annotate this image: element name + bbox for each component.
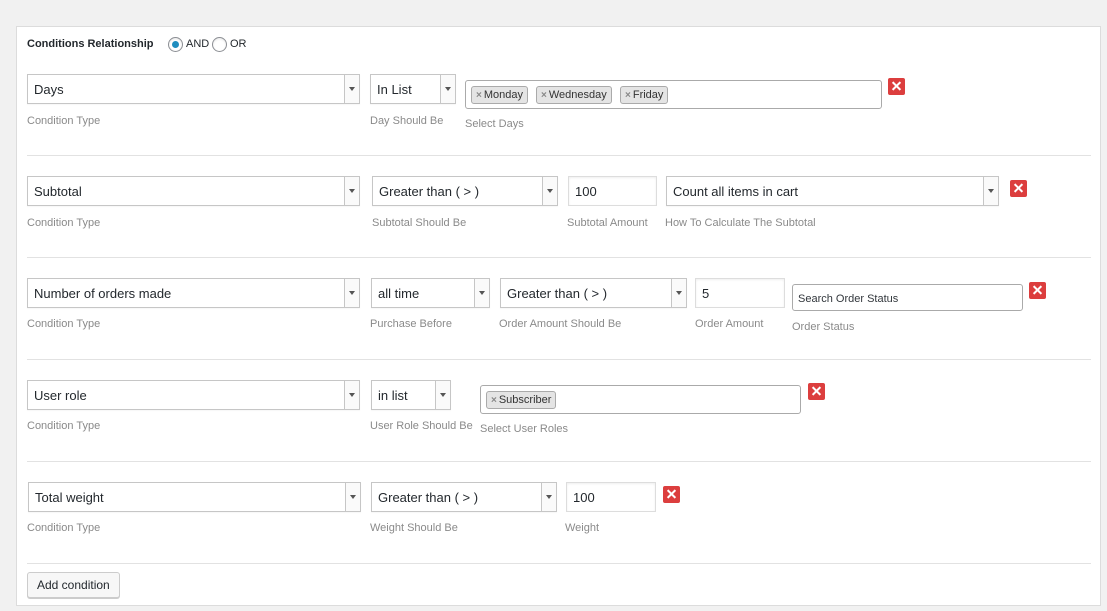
- select-value: In List: [377, 82, 412, 97]
- field-label: Condition Type: [27, 318, 101, 330]
- chevron-down-icon: [344, 75, 359, 103]
- select-value: Number of orders made: [34, 286, 172, 301]
- field-label: Subtotal Should Be: [372, 217, 467, 229]
- user-roles-multiselect[interactable]: × Subscriber: [480, 385, 801, 414]
- weight-operator-select[interactable]: Greater than ( > ): [371, 482, 557, 512]
- delete-condition-button[interactable]: [1029, 282, 1046, 299]
- field-label: How To Calculate The Subtotal: [665, 217, 816, 229]
- radio-or-label: OR: [230, 38, 247, 50]
- field-label: Condition Type: [27, 522, 101, 534]
- divider: [27, 359, 1091, 360]
- delete-condition-button[interactable]: [888, 78, 905, 95]
- conditions-panel: Conditions Relationship AND OR Days Cond…: [16, 26, 1101, 606]
- chevron-down-icon: [541, 483, 556, 511]
- subtotal-amount-input[interactable]: 100: [568, 176, 657, 206]
- tag-chip[interactable]: × Subscriber: [486, 391, 557, 409]
- chevron-down-icon: [345, 483, 360, 511]
- chevron-down-icon: [344, 381, 359, 409]
- chevron-down-icon: [344, 177, 359, 205]
- chevron-down-icon: [983, 177, 998, 205]
- days-multiselect[interactable]: × Monday × Wednesday × Friday: [465, 80, 882, 109]
- order-status-search-input[interactable]: Search Order Status: [792, 284, 1023, 311]
- field-label: Select User Roles: [480, 423, 569, 435]
- condition-type-select[interactable]: Number of orders made: [27, 278, 360, 308]
- radio-and[interactable]: [168, 37, 183, 52]
- field-label: Select Days: [465, 118, 524, 130]
- tag-label: Subscriber: [498, 394, 552, 406]
- chevron-down-icon: [671, 279, 686, 307]
- delete-condition-button[interactable]: [1010, 180, 1027, 197]
- select-value: Greater than ( > ): [507, 286, 608, 301]
- divider: [27, 563, 1091, 564]
- field-label: Order Amount: [695, 318, 764, 330]
- field-label: Condition Type: [27, 420, 101, 432]
- order-amount-input[interactable]: 5: [695, 278, 785, 308]
- field-label: Weight Should Be: [370, 522, 458, 534]
- subtotal-calculation-select[interactable]: Count all items in cart: [666, 176, 999, 206]
- select-value: Greater than ( > ): [378, 490, 479, 505]
- select-value: all time: [378, 286, 420, 301]
- field-label: Condition Type: [27, 217, 101, 229]
- field-label: Order Status: [792, 321, 855, 333]
- condition-type-select[interactable]: User role: [27, 380, 360, 410]
- condition-type-select[interactable]: Subtotal: [27, 176, 360, 206]
- select-value: Greater than ( > ): [379, 184, 480, 199]
- divider: [27, 257, 1091, 258]
- remove-tag-icon[interactable]: ×: [541, 90, 547, 101]
- field-label: Condition Type: [27, 115, 101, 127]
- field-label: Purchase Before: [370, 318, 452, 330]
- select-value: in list: [378, 388, 408, 403]
- tag-label: Monday: [483, 89, 523, 101]
- input-value: 100: [575, 184, 597, 199]
- chevron-down-icon: [344, 279, 359, 307]
- field-label: Weight: [565, 522, 600, 534]
- field-label: Day Should Be: [370, 115, 444, 127]
- remove-tag-icon[interactable]: ×: [625, 90, 631, 101]
- remove-tag-icon[interactable]: ×: [491, 395, 497, 406]
- tag-chip[interactable]: × Wednesday: [536, 86, 612, 104]
- chevron-down-icon: [542, 177, 557, 205]
- tag-chip[interactable]: × Friday: [620, 86, 669, 104]
- tag-chip[interactable]: × Monday: [471, 86, 528, 104]
- relationship-label: Conditions Relationship: [27, 38, 154, 50]
- select-value: Days: [34, 82, 64, 97]
- select-value: Total weight: [35, 490, 104, 505]
- input-value: 100: [573, 490, 595, 505]
- day-operator-select[interactable]: In List: [370, 74, 456, 104]
- select-value: User role: [34, 388, 87, 403]
- purchase-period-select[interactable]: all time: [371, 278, 490, 308]
- input-value: 5: [702, 286, 710, 301]
- tag-label: Friday: [632, 89, 664, 101]
- add-condition-button[interactable]: Add condition: [27, 572, 120, 598]
- chevron-down-icon: [435, 381, 450, 409]
- divider: [27, 155, 1091, 156]
- tag-label: Wednesday: [548, 89, 607, 101]
- condition-type-select[interactable]: Total weight: [28, 482, 361, 512]
- delete-condition-button[interactable]: [663, 486, 680, 503]
- radio-or[interactable]: [212, 37, 227, 52]
- field-label: Subtotal Amount: [567, 217, 648, 229]
- divider: [27, 461, 1091, 462]
- remove-tag-icon[interactable]: ×: [476, 90, 482, 101]
- select-value: Count all items in cart: [673, 184, 798, 199]
- field-label: User Role Should Be: [370, 420, 473, 432]
- field-label: Order Amount Should Be: [499, 318, 622, 330]
- radio-and-label: AND: [186, 38, 210, 50]
- subtotal-operator-select[interactable]: Greater than ( > ): [372, 176, 558, 206]
- delete-condition-button[interactable]: [808, 383, 825, 400]
- weight-input[interactable]: 100: [566, 482, 656, 512]
- condition-type-select[interactable]: Days: [27, 74, 360, 104]
- order-operator-select[interactable]: Greater than ( > ): [500, 278, 687, 308]
- input-placeholder: Search Order Status: [798, 293, 899, 305]
- chevron-down-icon: [474, 279, 489, 307]
- select-value: Subtotal: [34, 184, 82, 199]
- user-role-operator-select[interactable]: in list: [371, 380, 451, 410]
- chevron-down-icon: [440, 75, 455, 103]
